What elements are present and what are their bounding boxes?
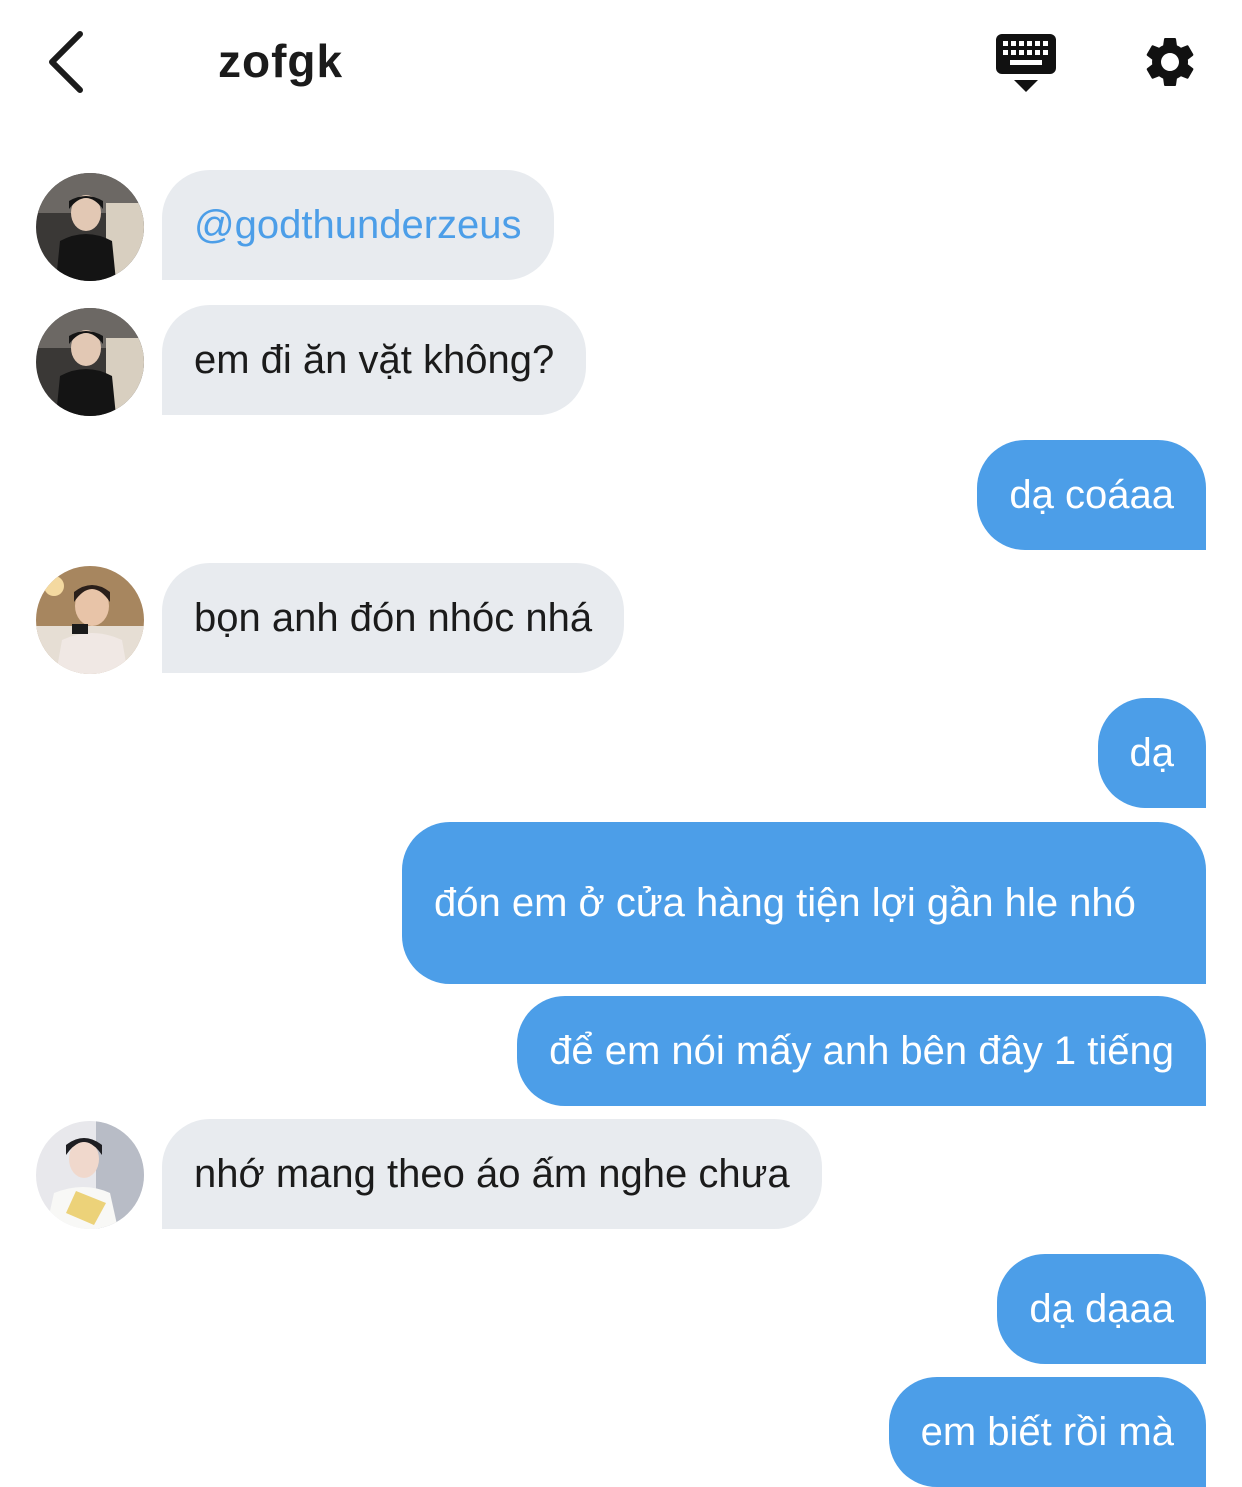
message-text: dạ coáaa: [1009, 473, 1174, 517]
outgoing-message-bubble[interactable]: dạ coáaa: [977, 440, 1206, 550]
outgoing-message-bubble[interactable]: đón em ở cửa hàng tiện lợi gần hle nhó: [402, 822, 1206, 984]
outgoing-message-bubble[interactable]: em biết rồi mà: [888, 1377, 1206, 1487]
avatar[interactable]: [36, 308, 144, 416]
keyboard-button[interactable]: [994, 32, 1058, 96]
outgoing-message-bubble[interactable]: dạ: [1097, 698, 1206, 808]
message-text: bọn anh đón nhóc nhá: [194, 596, 593, 640]
avatar[interactable]: [36, 1121, 144, 1229]
message-text: nhớ mang theo áo ấm nghe chưa: [194, 1152, 790, 1196]
message-text: dạ: [1129, 731, 1175, 775]
incoming-message-bubble[interactable]: bọn anh đón nhóc nhá: [162, 563, 625, 673]
settings-button[interactable]: [1140, 32, 1200, 92]
message-text: dạ dạaa: [1029, 1287, 1174, 1331]
message-text: em biết rồi mà: [920, 1410, 1174, 1454]
gear-icon: [1146, 37, 1194, 86]
keyboard-icon: [996, 34, 1056, 92]
chevron-left-icon: [49, 31, 83, 93]
incoming-message-bubble[interactable]: nhớ mang theo áo ấm nghe chưa: [162, 1119, 822, 1229]
back-button[interactable]: [36, 28, 100, 96]
incoming-message-bubble[interactable]: em đi ăn vặt không?: [162, 305, 587, 415]
incoming-message-bubble[interactable]: @godthunderzeus: [162, 170, 554, 280]
outgoing-message-bubble[interactable]: để em nói mấy anh bên đây 1 tiếng: [517, 996, 1206, 1106]
message-text: đón em ở cửa hàng tiện lợi gần hle nhó: [434, 881, 1136, 925]
mention-link[interactable]: @godthunderzeus: [194, 200, 522, 250]
chat-header: zofgk: [0, 0, 1242, 130]
avatar[interactable]: [36, 566, 144, 674]
message-text: để em nói mấy anh bên đây 1 tiếng: [549, 1029, 1174, 1073]
avatar[interactable]: [36, 173, 144, 281]
outgoing-message-bubble[interactable]: dạ dạaa: [997, 1254, 1206, 1364]
conversation-title: zofgk: [218, 35, 344, 87]
message-text: em đi ăn vặt không?: [194, 338, 555, 382]
